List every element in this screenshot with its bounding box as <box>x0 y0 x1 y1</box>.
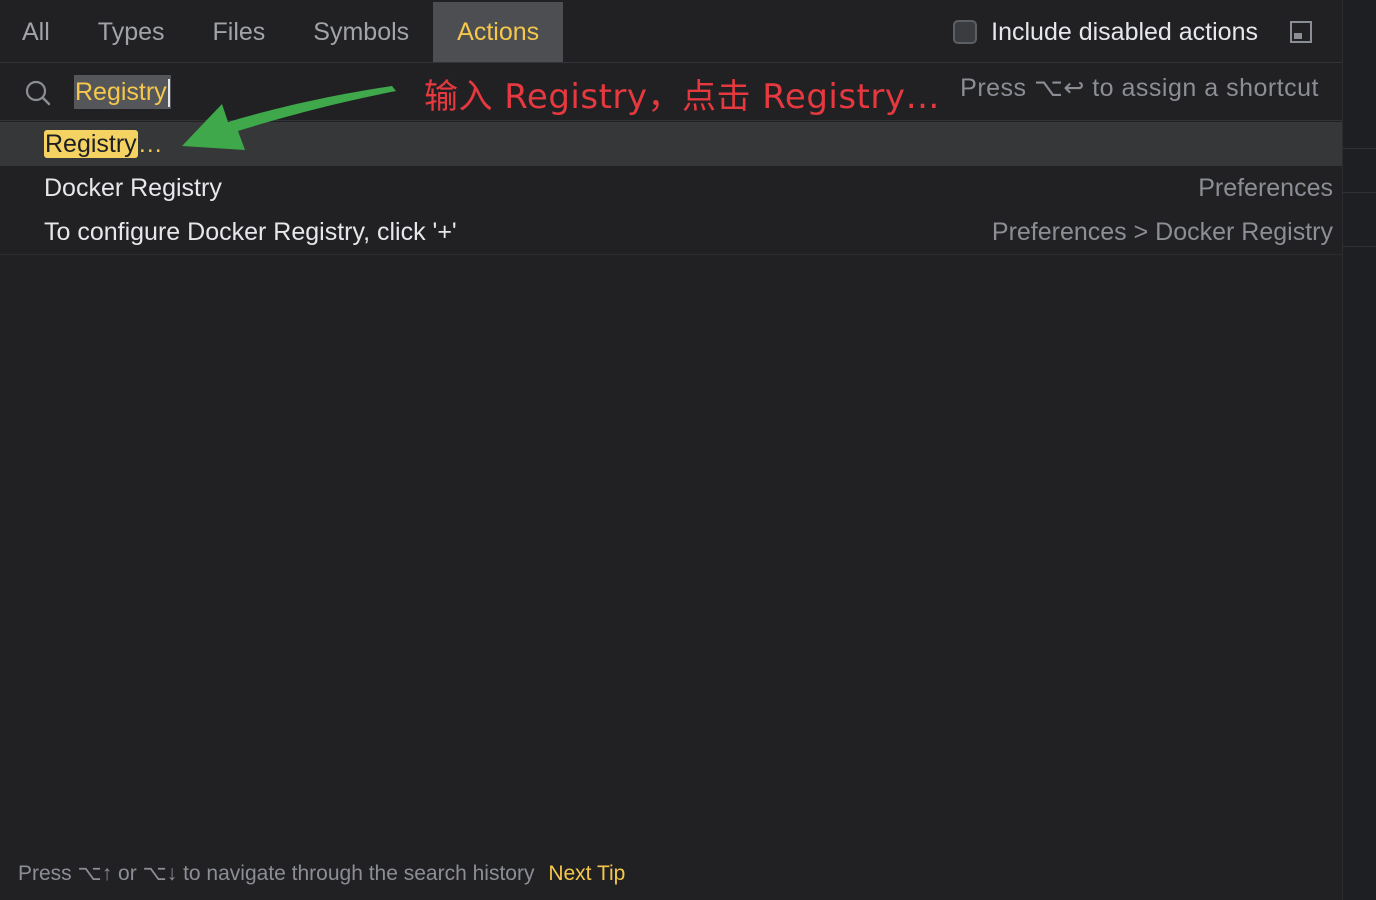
result-name: Docker Registry <box>44 174 222 202</box>
result-name: Registry… <box>44 127 163 161</box>
tab-options: Include disabled actions <box>953 2 1342 62</box>
result-location: Preferences <box>1198 174 1333 202</box>
tab-types[interactable]: Types <box>74 2 189 62</box>
footer: Press ⌥↑ or ⌥↓ to navigate through the s… <box>18 858 625 890</box>
search-everywhere-popup: All Types Files Symbols Actions Include … <box>0 0 1343 900</box>
background-editor-strip <box>1343 0 1376 900</box>
list-item-configure-docker-registry[interactable]: To configure Docker Registry, click '+' … <box>0 210 1342 254</box>
tab-actions[interactable]: Actions <box>433 2 564 62</box>
next-tip-link[interactable]: Next Tip <box>548 862 625 885</box>
list-item-docker-registry[interactable]: Docker Registry Preferences <box>0 166 1342 210</box>
footer-hint: Press ⌥↑ or ⌥↓ to navigate through the s… <box>18 862 535 885</box>
open-in-tool-window-icon[interactable] <box>1290 21 1312 43</box>
results-list: Registry… Docker Registry Preferences To… <box>0 122 1342 254</box>
tab-symbols[interactable]: Symbols <box>289 2 433 62</box>
search-input-value: Registry <box>75 78 167 106</box>
scope-tabs: All Types Files Symbols Actions Include … <box>0 2 1342 63</box>
match-highlight: Registry <box>44 130 138 158</box>
result-name-suffix: … <box>137 130 163 158</box>
search-row: Registry 输入 Registry，点击 Registry… Press … <box>0 63 1342 121</box>
include-disabled-label[interactable]: Include disabled actions <box>991 18 1258 47</box>
results-divider <box>0 254 1342 255</box>
divider <box>1343 192 1376 193</box>
shortcut-hint: Press ⌥↩ to assign a shortcut <box>960 74 1319 102</box>
tab-all[interactable]: All <box>0 2 74 62</box>
annotation-text: 输入 Registry，点击 Registry… <box>424 77 940 117</box>
search-icon <box>25 80 51 106</box>
tab-files[interactable]: Files <box>189 2 290 62</box>
result-name: To configure Docker Registry, click '+' <box>44 218 457 246</box>
include-disabled-checkbox[interactable] <box>953 20 978 44</box>
result-location: Preferences > Docker Registry <box>991 218 1333 246</box>
search-input[interactable]: Registry <box>74 75 171 109</box>
text-caret <box>167 79 170 108</box>
divider <box>1343 246 1376 247</box>
list-item-registry[interactable]: Registry… <box>0 122 1342 166</box>
divider <box>1343 148 1376 149</box>
